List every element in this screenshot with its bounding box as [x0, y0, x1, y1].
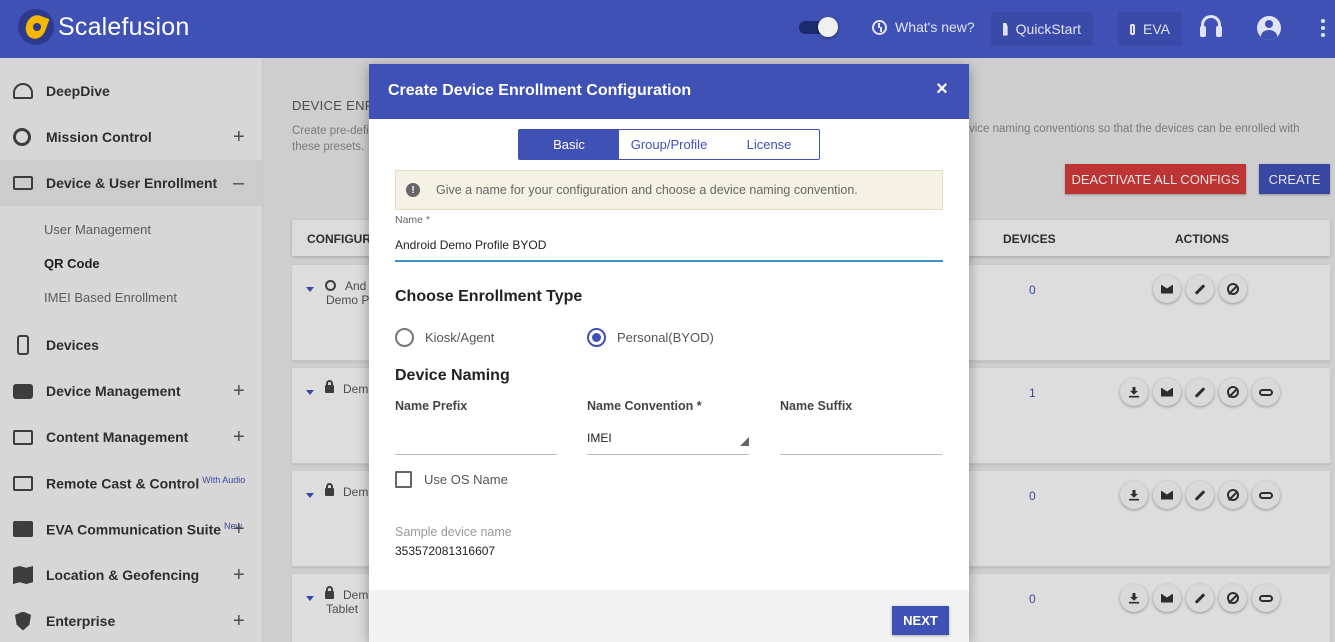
- name-suffix-label: Name Suffix: [780, 399, 853, 413]
- sample-device-name-label: Sample device name: [395, 525, 512, 539]
- document-icon: [1003, 22, 1008, 36]
- radio-kiosk-agent[interactable]: [395, 328, 414, 347]
- scalefusion-logo[interactable]: Scalefusion: [18, 9, 189, 45]
- device-naming-title: Device Naming: [395, 367, 510, 384]
- use-os-name-checkbox[interactable]: [395, 471, 412, 488]
- info-banner: ! Give a name for your configuration and…: [395, 170, 943, 210]
- use-os-name-label[interactable]: Use OS Name: [424, 472, 508, 487]
- radio-kiosk-agent-label[interactable]: Kiosk/Agent: [425, 330, 494, 345]
- name-prefix-input[interactable]: [395, 454, 557, 455]
- name-prefix-label: Name Prefix: [395, 399, 468, 413]
- close-icon[interactable]: ×: [934, 79, 950, 100]
- clock-icon: [872, 19, 887, 35]
- whats-new-link[interactable]: What's new?: [872, 19, 975, 35]
- brand-name: Scalefusion: [58, 12, 190, 41]
- eva-label: EVA: [1143, 21, 1170, 37]
- info-icon: !: [406, 183, 420, 197]
- next-button[interactable]: NEXT: [892, 606, 949, 635]
- top-bar: Scalefusion What's new? QuickStart EVA: [0, 0, 1335, 58]
- name-field-label: Name *: [395, 214, 431, 226]
- more-vert-icon[interactable]: [1321, 19, 1325, 39]
- radio-personal-byod[interactable]: [587, 328, 606, 347]
- dialog-footer: NEXT: [369, 590, 969, 642]
- info-text: Give a name for your configuration and c…: [436, 183, 858, 197]
- headset-icon[interactable]: [1199, 15, 1223, 39]
- name-field[interactable]: Android Demo Profile BYOD: [395, 238, 546, 252]
- enrollment-config-dialog: Create Device Enrollment Configuration ×…: [369, 64, 969, 642]
- quickstart-label: QuickStart: [1015, 21, 1081, 37]
- quickstart-button[interactable]: QuickStart: [991, 12, 1093, 46]
- eva-button[interactable]: EVA: [1118, 12, 1182, 46]
- tab-basic[interactable]: Basic: [519, 130, 619, 159]
- dialog-header: Create Device Enrollment Configuration ×: [369, 64, 969, 119]
- name-convention-select[interactable]: IMEI: [587, 431, 612, 445]
- name-convention-label: Name Convention *: [587, 399, 702, 413]
- name-field-underline: [395, 260, 943, 262]
- sample-device-name-value: 353572081316607: [395, 544, 496, 558]
- logo-icon: [18, 9, 54, 45]
- dialog-title: Create Device Enrollment Configuration: [388, 82, 692, 99]
- theme-toggle[interactable]: [799, 17, 839, 37]
- dropdown-arrow-icon[interactable]: [740, 437, 749, 446]
- tab-license[interactable]: License: [719, 130, 819, 159]
- enrollment-type-title: Choose Enrollment Type: [395, 288, 583, 305]
- account-icon[interactable]: [1257, 16, 1281, 40]
- radio-personal-byod-label[interactable]: Personal(BYOD): [617, 330, 714, 345]
- name-suffix-input[interactable]: [780, 454, 942, 455]
- dialog-tabs: Basic Group/Profile License: [518, 129, 820, 160]
- tab-group-profile[interactable]: Group/Profile: [619, 130, 719, 159]
- chat-icon: [1130, 23, 1136, 35]
- name-convention-underline: [587, 454, 749, 455]
- whats-new-label: What's new?: [895, 19, 975, 35]
